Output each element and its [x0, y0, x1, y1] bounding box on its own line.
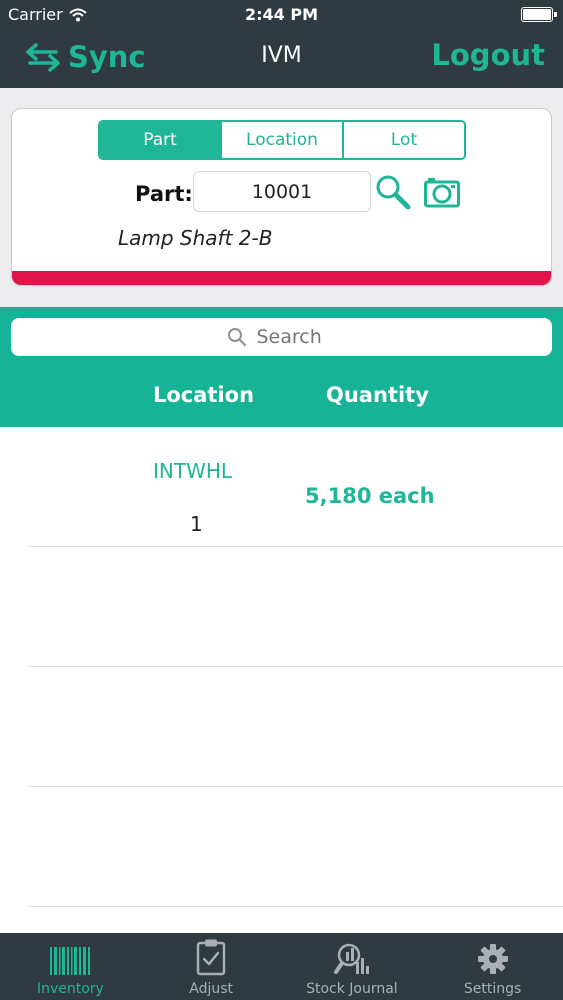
tab-settings[interactable]: Settings [422, 933, 563, 1000]
lookup-card: Part Location Lot Part: Lamp Shaft 2-B [11, 108, 552, 286]
part-description: Lamp Shaft 2-B [118, 226, 273, 250]
tab-inventory[interactable]: Inventory [0, 933, 141, 1000]
tab-label: Inventory [36, 981, 104, 997]
status-time: 2:44 PM [244, 5, 318, 24]
magnifier-icon [227, 328, 246, 346]
table-row[interactable]: INTWHL 1 5,180 each [28, 427, 563, 547]
clipboard-check-icon [196, 939, 226, 976]
results-header: Location Quantity [0, 307, 563, 427]
tab-adjust[interactable]: Adjust [141, 933, 282, 1000]
part-label: Part: [135, 182, 193, 206]
tab-stock-journal[interactable]: Stock Journal [282, 933, 423, 1000]
tab-label: Adjust [189, 981, 233, 997]
column-header-quantity[interactable]: Quantity [326, 383, 429, 407]
row-location-name: INTWHL [153, 459, 233, 483]
segment-location[interactable]: Location [222, 122, 344, 158]
empty-row [28, 547, 563, 667]
empty-row [28, 787, 563, 907]
journal-chart-icon [333, 943, 369, 974]
segment-lot[interactable]: Lot [344, 122, 464, 158]
empty-row [28, 667, 563, 787]
search-icon[interactable] [374, 173, 412, 211]
status-indicator-bar [12, 271, 551, 285]
segment-part[interactable]: Part [100, 122, 222, 158]
tab-bar: Inventory Adjust Stock Journal Settings [0, 933, 563, 1000]
part-number-input[interactable] [193, 171, 371, 212]
gear-icon [477, 944, 508, 974]
status-bar: Carrier 2:44 PM [0, 0, 563, 28]
column-header-location[interactable]: Location [153, 383, 254, 407]
results-list: INTWHL 1 5,180 each [0, 427, 563, 933]
row-quantity: 5,180 each [305, 484, 435, 508]
camera-icon[interactable] [424, 175, 460, 209]
nav-bar: Sync IVM Logout [0, 28, 563, 88]
row-location-number: 1 [190, 512, 203, 536]
lookup-type-segmented-control: Part Location Lot [98, 120, 466, 160]
search-bar[interactable] [11, 318, 552, 356]
search-input[interactable] [256, 326, 337, 348]
barcode-icon [50, 947, 91, 975]
tab-label: Stock Journal [306, 981, 398, 997]
tab-label: Settings [463, 981, 522, 997]
battery-icon [521, 7, 557, 22]
logout-button[interactable]: Logout [431, 38, 545, 72]
